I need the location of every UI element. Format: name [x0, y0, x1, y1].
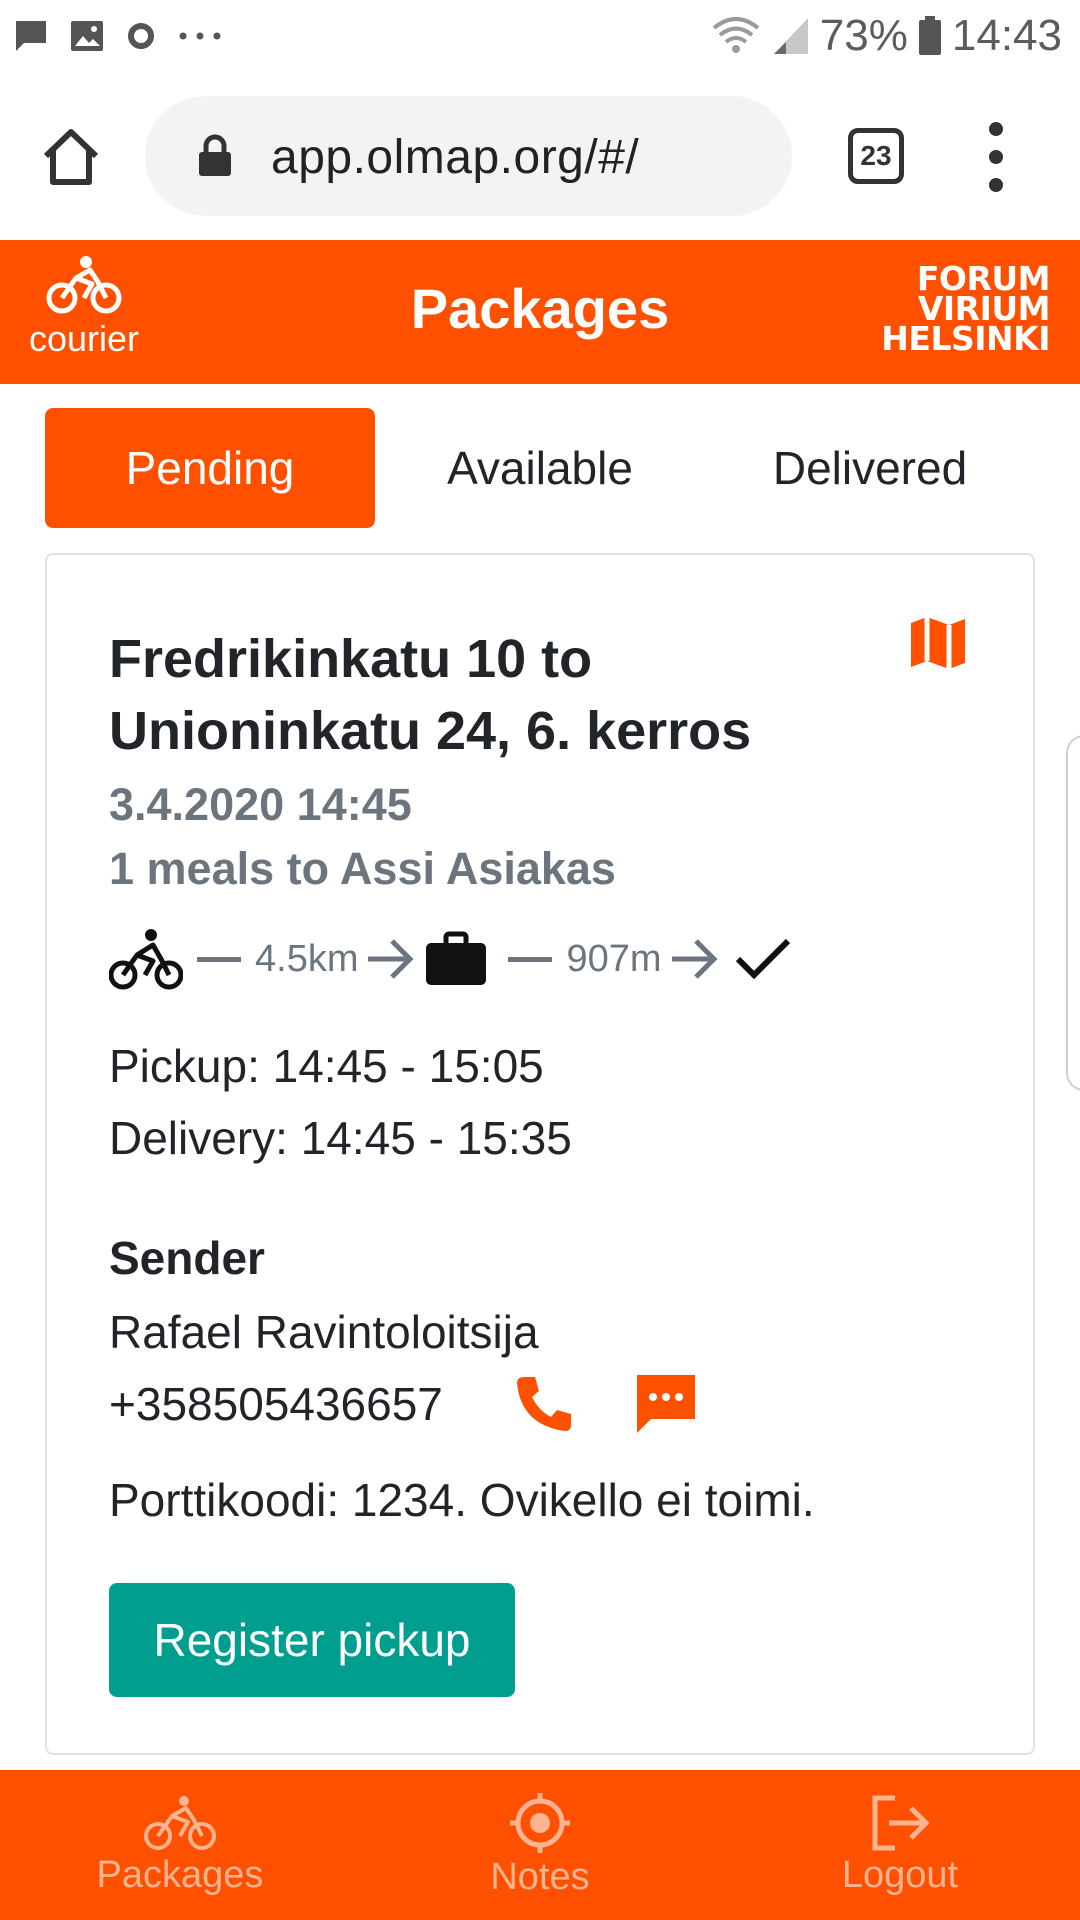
pickup-distance: 4.5km	[255, 937, 359, 980]
package-tabs: Pending Available Delivered	[45, 408, 1035, 528]
app-header: courier Packages FORUM VIRIUM HELSINKI	[0, 240, 1080, 384]
sender-phone[interactable]: +358505436657	[109, 1377, 443, 1431]
image-icon	[70, 20, 104, 52]
nav-logout[interactable]: Logout	[720, 1770, 1080, 1920]
circle-icon	[126, 21, 156, 51]
bicycle-icon	[46, 256, 122, 314]
bicycle-icon	[144, 1795, 216, 1850]
route-summary: 4.5km 907m	[109, 919, 792, 999]
clock: 14:43	[951, 11, 1062, 60]
battery-percent: 73%	[819, 11, 908, 60]
nav-notes[interactable]: Notes	[360, 1770, 720, 1920]
menu-dot	[989, 150, 1003, 164]
bicycle-icon	[109, 929, 183, 990]
status-bar: 73% 14:43	[0, 0, 1080, 72]
bottom-nav: Packages Notes Logout	[0, 1770, 1080, 1920]
tab-pending[interactable]: Pending	[45, 408, 375, 528]
signal-icon	[772, 16, 810, 56]
tab-switcher-button[interactable]: 23	[848, 128, 904, 184]
next-card-edge	[1066, 735, 1080, 1091]
nav-label: Logout	[841, 1853, 959, 1896]
package-title: Fredrikinkatu 10 to Unioninkatu 24, 6. k…	[109, 629, 752, 761]
delivery-note: Porttikoodi: 1234. Ovikello ei toimi.	[109, 1474, 815, 1526]
system-indicators: 73% 14:43	[710, 10, 1062, 62]
browser-toolbar: app.olmap.org/#/ 23	[0, 72, 1080, 240]
url-text[interactable]: app.olmap.org/#/	[271, 130, 639, 185]
check-icon	[735, 938, 790, 980]
sender-heading: Sender	[109, 1232, 265, 1284]
chat-icon	[14, 19, 48, 53]
lock-icon	[199, 134, 231, 176]
target-icon	[510, 1792, 570, 1853]
phone-icon[interactable]	[513, 1373, 575, 1435]
delivery-window: Delivery: 14:45 - 15:35	[109, 1112, 572, 1164]
logout-icon	[872, 1795, 930, 1850]
browser-menu-button[interactable]	[980, 122, 1012, 192]
tab-available[interactable]: Available	[375, 408, 705, 528]
more-dots-icon	[178, 31, 222, 41]
package-card: Fredrikinkatu 10 to Unioninkatu 24, 6. k…	[45, 553, 1035, 1755]
route-dash	[197, 956, 241, 962]
battery-icon	[918, 16, 942, 56]
page-title: Packages	[410, 277, 670, 340]
courier-brand[interactable]: courier	[22, 254, 146, 374]
partner-logo-line: HELSINKI	[881, 319, 1050, 358]
menu-dot	[989, 122, 1003, 136]
package-datetime: 3.4.2020 14:45	[109, 779, 412, 830]
sender-name: Rafael Ravintoloitsija	[109, 1306, 539, 1358]
briefcase-icon	[426, 931, 487, 985]
route-dash	[508, 956, 553, 962]
nav-label: Notes	[490, 1855, 590, 1898]
sms-icon[interactable]	[633, 1373, 699, 1435]
home-button[interactable]	[38, 124, 104, 190]
register-pickup-button[interactable]: Register pickup	[109, 1583, 515, 1697]
package-meals: 1 meals to Assi Asiakas	[109, 843, 616, 894]
map-icon[interactable]	[909, 615, 967, 671]
arrow-right-icon	[368, 939, 415, 979]
address-bar[interactable]: app.olmap.org/#/	[145, 96, 792, 216]
nav-packages[interactable]: Packages	[0, 1770, 360, 1920]
wifi-icon	[710, 16, 762, 56]
arrow-right-icon	[671, 939, 718, 979]
home-icon	[43, 129, 99, 185]
pickup-window: Pickup: 14:45 - 15:05	[109, 1040, 544, 1092]
notification-icons	[14, 14, 222, 58]
delivery-distance: 907m	[566, 937, 662, 980]
menu-dot	[989, 178, 1003, 192]
nav-label: Packages	[96, 1853, 264, 1896]
tab-delivered[interactable]: Delivered	[705, 408, 1035, 528]
partner-logo: FORUM VIRIUM HELSINKI	[830, 262, 1050, 364]
brand-label: courier	[28, 318, 140, 359]
